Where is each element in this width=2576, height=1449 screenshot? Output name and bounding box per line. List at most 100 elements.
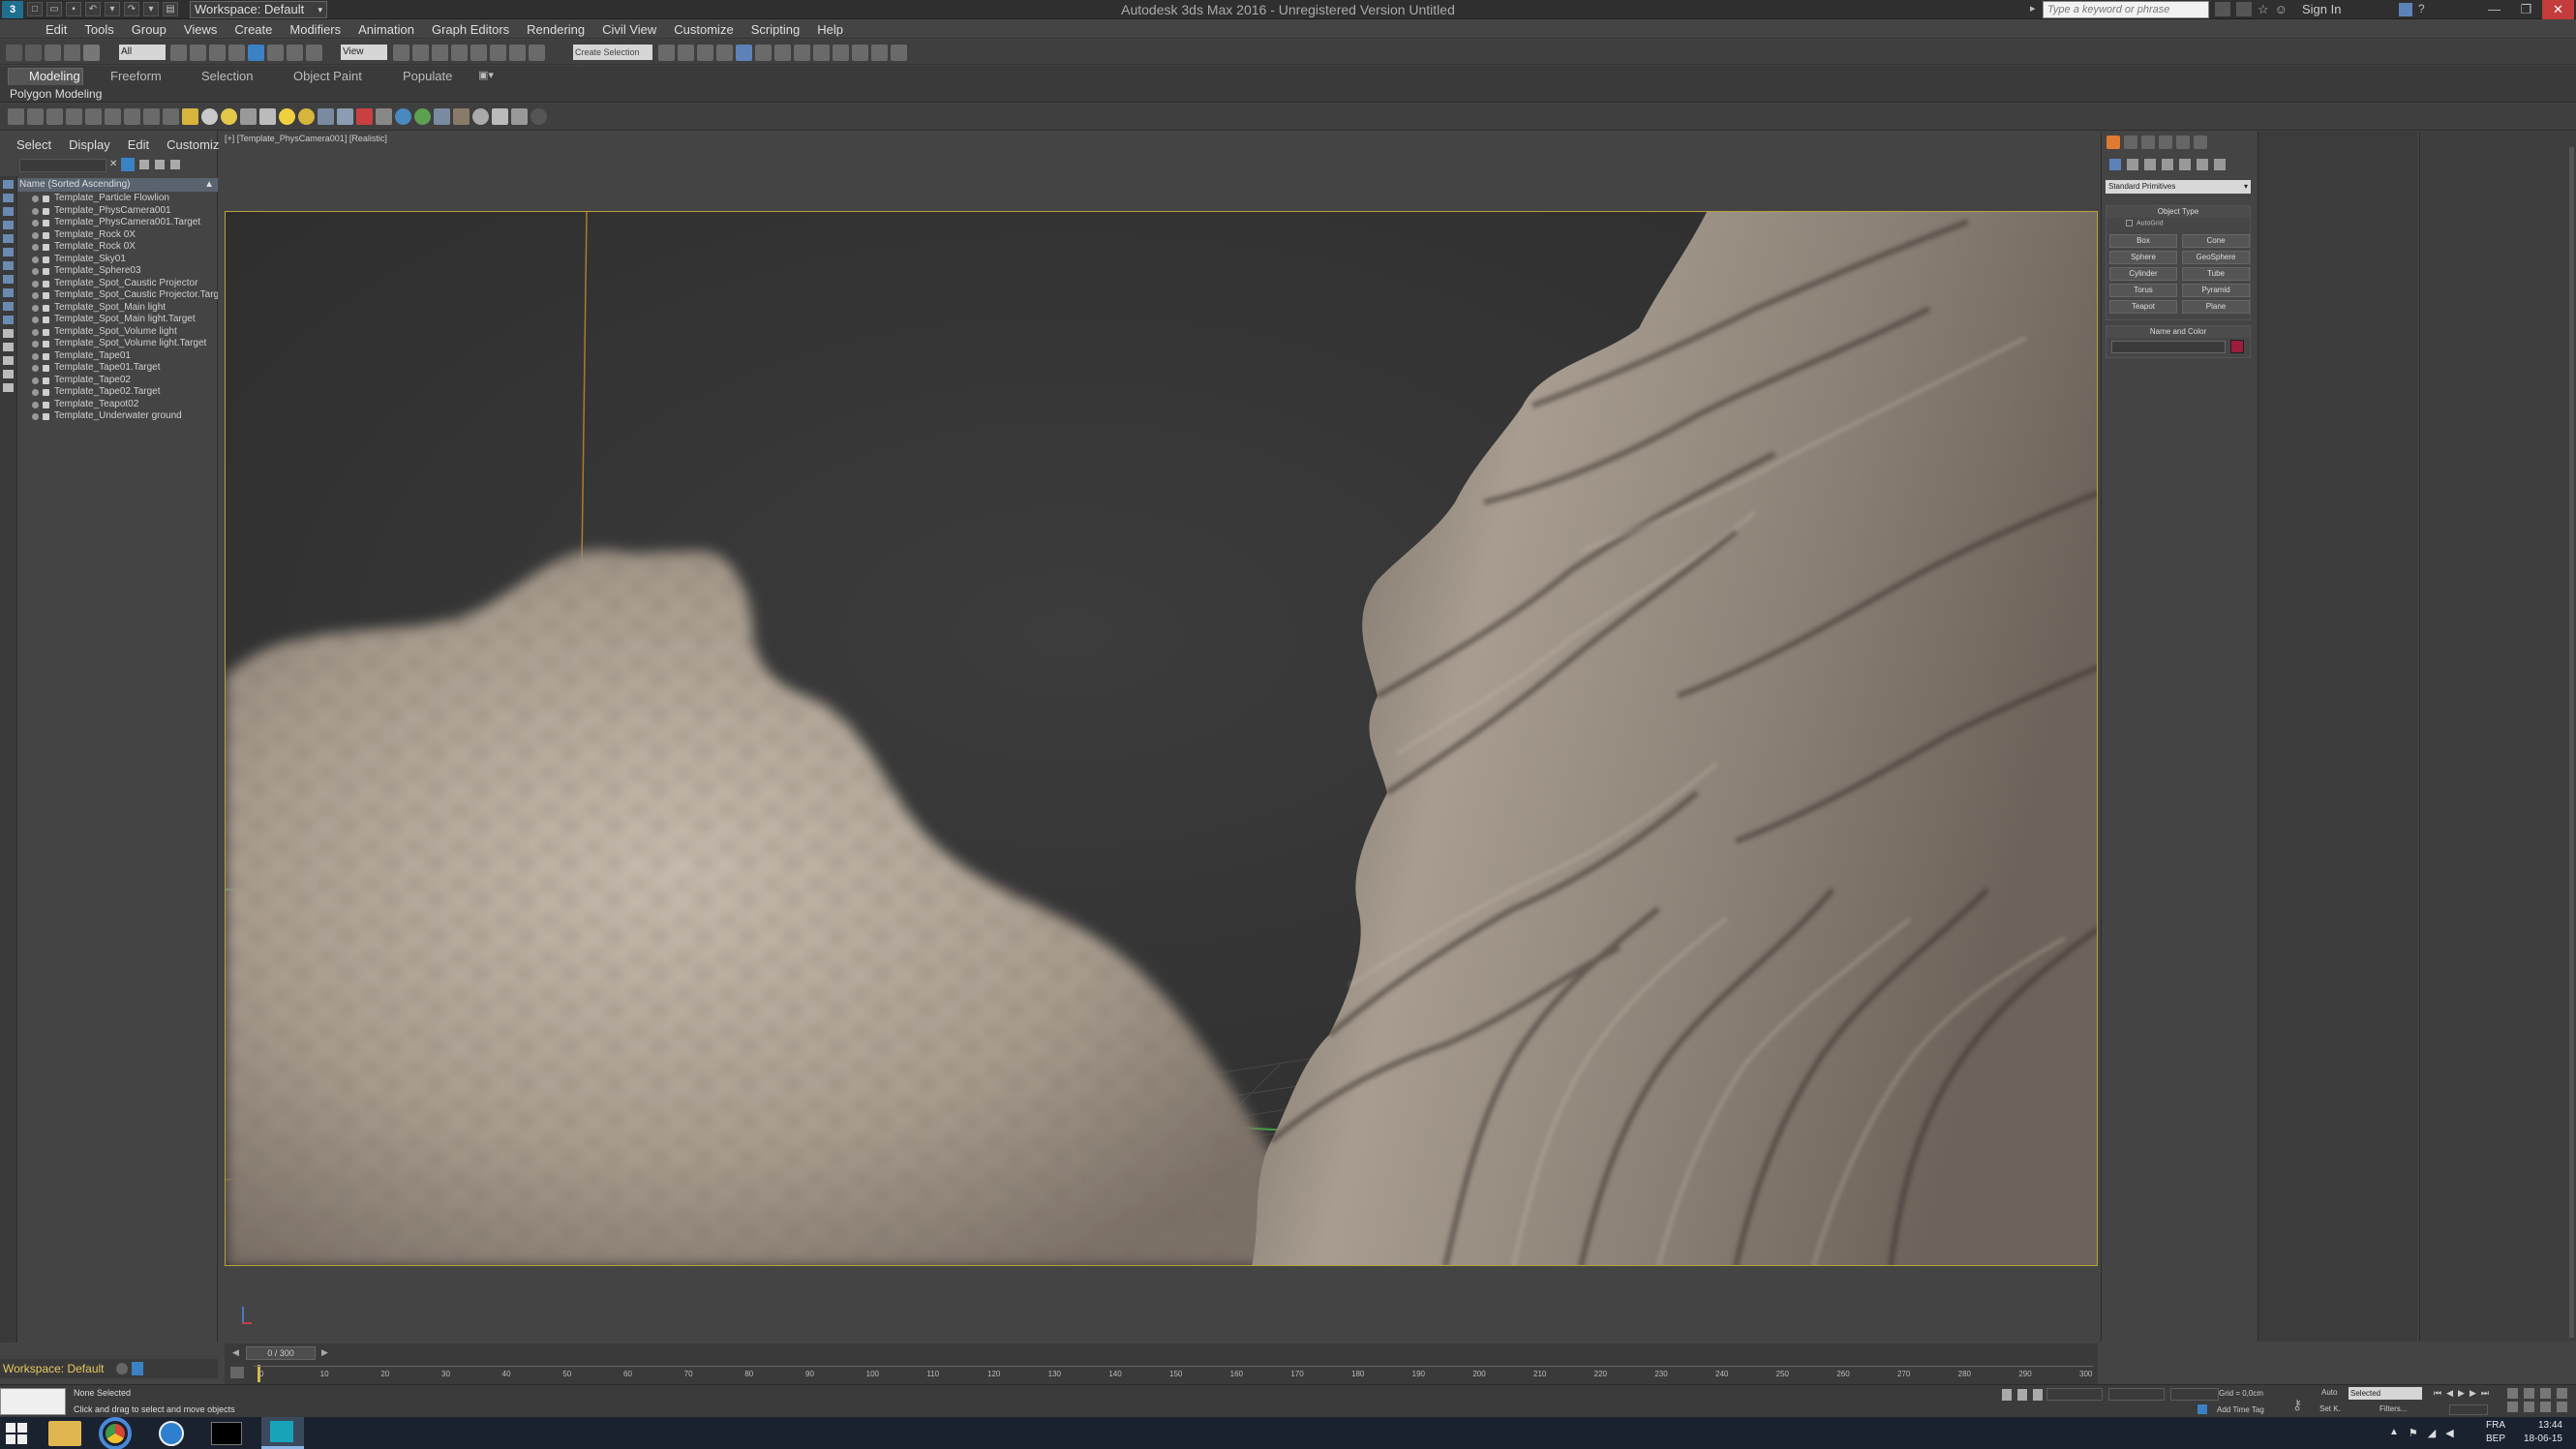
tab-object-paint[interactable]: Object Paint [293,69,362,83]
render-dropdown-icon[interactable] [891,45,907,61]
list-item[interactable]: Template_Tape01 [17,350,218,363]
toggle-list-icon[interactable] [46,108,63,125]
edit-named-sel-icon[interactable] [529,45,545,61]
visibility-eye-icon[interactable] [32,401,39,408]
scene-explorer-icon[interactable] [8,108,24,125]
strip-container-icon[interactable] [3,329,14,338]
utilities-tab-icon[interactable] [2194,136,2207,149]
ribbon-options-icon[interactable]: ▣▾ [478,69,494,81]
visibility-eye-icon[interactable] [32,377,39,384]
search-input[interactable]: Type a keyword or phrase [2043,1,2209,18]
render-production-icon[interactable] [833,45,849,61]
visibility-eye-icon[interactable] [32,365,39,372]
collapse-all-icon[interactable] [163,108,179,125]
goto-start-icon[interactable]: ⏮ [2434,1388,2441,1399]
start-button-icon[interactable] [6,1423,27,1444]
mirror-icon[interactable] [658,45,675,61]
explorer-menu-select[interactable]: Select [8,137,60,152]
list-item[interactable]: Template_Spot_Volume light [17,326,218,339]
pivot-center-icon[interactable] [393,45,409,61]
visibility-eye-icon[interactable] [32,352,39,360]
systems-category-icon[interactable] [2214,159,2226,170]
chrome-taskbar-icon[interactable] [99,1417,132,1449]
visibility-eye-icon[interactable] [32,317,39,323]
display-cameras-icon[interactable] [240,108,257,125]
manipulate-icon[interactable] [412,45,429,61]
window-crossing-icon[interactable] [228,45,245,61]
workspace-sync-icon[interactable] [132,1362,143,1375]
visibility-eye-icon[interactable] [32,220,39,226]
angle-snap-icon[interactable] [470,45,487,61]
snaps-toggle-icon[interactable] [451,45,468,61]
list-item[interactable]: Template_Spot_Main light.Target [17,314,218,326]
object-type-title[interactable]: Object Type [2106,206,2250,218]
primitive-tube-button[interactable]: Tube [2182,267,2250,282]
motion-tab-icon[interactable] [2159,136,2172,149]
strip-geometry-icon[interactable] [3,194,14,202]
zoom-icon[interactable] [2507,1388,2518,1399]
list-item[interactable]: Template_Spot_Caustic Projector.Target [17,289,218,302]
explorer-workspace-label[interactable]: Workspace: Default [3,1362,105,1375]
play-icon[interactable]: ▶ [2458,1388,2465,1399]
visibility-eye-icon[interactable] [32,304,39,312]
menu-item-tools[interactable]: Tools [76,22,122,37]
primitive-sphere-button[interactable]: Sphere [2109,251,2177,265]
primitive-box-button[interactable]: Box [2109,234,2177,249]
primitive-pyramid-button[interactable]: Pyramid [2182,284,2250,298]
clear-search-icon[interactable]: ✕ [109,159,117,169]
render-iterative-icon[interactable] [852,45,868,61]
display-hidden-icon[interactable] [414,108,431,125]
spacewarps-category-icon[interactable] [2197,159,2208,170]
modify-tab-icon[interactable] [2124,136,2137,149]
menu-item-modifiers[interactable]: Modifiers [281,22,349,37]
layer-icon[interactable] [697,45,713,61]
graphite-toggle-icon[interactable] [716,45,733,61]
sign-in-link[interactable]: Sign In [2302,2,2341,16]
move-icon[interactable] [248,45,264,61]
undo-icon[interactable]: ↶ [85,2,101,16]
explorer-menu-display[interactable]: Display [60,137,119,152]
add-time-tag[interactable]: Add Time Tag [2217,1405,2264,1414]
list-item[interactable]: Template_Spot_Caustic Projector [17,278,218,290]
show-hidden-icon[interactable]: ▲ [2389,1427,2399,1439]
visibility-eye-icon[interactable] [32,280,39,287]
zoom-extents-all-icon[interactable] [2557,1388,2567,1399]
named-selection-select[interactable]: Create Selection Se [573,45,652,73]
shapes-category-icon[interactable] [2127,159,2138,170]
keyboard-shortcut-icon[interactable] [432,45,448,61]
schematic-view-icon[interactable] [755,45,772,61]
rect-selection-icon[interactable] [209,45,226,61]
list-item[interactable]: Template_Underwater ground [17,410,218,423]
align-icon[interactable] [678,45,694,61]
workspace-settings-icon[interactable] [116,1363,128,1374]
project-folder-icon[interactable]: ▤ [163,2,178,16]
display-frozen-icon[interactable] [395,108,411,125]
time-next-icon[interactable]: ▶ [321,1347,328,1358]
tab-populate[interactable]: Populate [403,69,452,83]
primitive-cylinder-button[interactable]: Cylinder [2109,267,2177,282]
maxscript-listener[interactable] [0,1388,66,1415]
percent-snap-icon[interactable] [490,45,506,61]
link-icon[interactable] [45,45,61,61]
key-filters-button[interactable]: Filters... [2379,1404,2407,1413]
binoculars-icon[interactable] [2215,2,2230,16]
selection-filter-select[interactable]: All [119,45,166,60]
auto-key-button[interactable]: Auto [2321,1388,2337,1397]
add-time-tag-icon[interactable] [2197,1404,2207,1414]
strip-particles-icon[interactable] [3,316,14,324]
expand-all-icon[interactable] [143,108,160,125]
rendered-frame-icon[interactable] [813,45,830,61]
pan-icon[interactable] [2524,1402,2534,1412]
goto-end-icon[interactable]: ⏭ [2481,1388,2489,1399]
lock-cell-icon[interactable] [139,160,149,169]
save-file-icon[interactable]: ▪ [66,2,81,16]
right-dock-scrollbar[interactable] [2569,147,2574,1338]
find-icon[interactable] [124,108,140,125]
maximize-icon[interactable]: ❐ [2510,0,2542,19]
unlink-icon[interactable] [64,45,80,61]
display-spacewarps-icon[interactable] [279,108,295,125]
key-filter-select[interactable]: Selected [2349,1387,2422,1400]
viewport-render[interactable] [226,212,2098,1266]
menu-item-animation[interactable]: Animation [349,22,423,37]
strip-groups-icon[interactable] [3,275,14,284]
